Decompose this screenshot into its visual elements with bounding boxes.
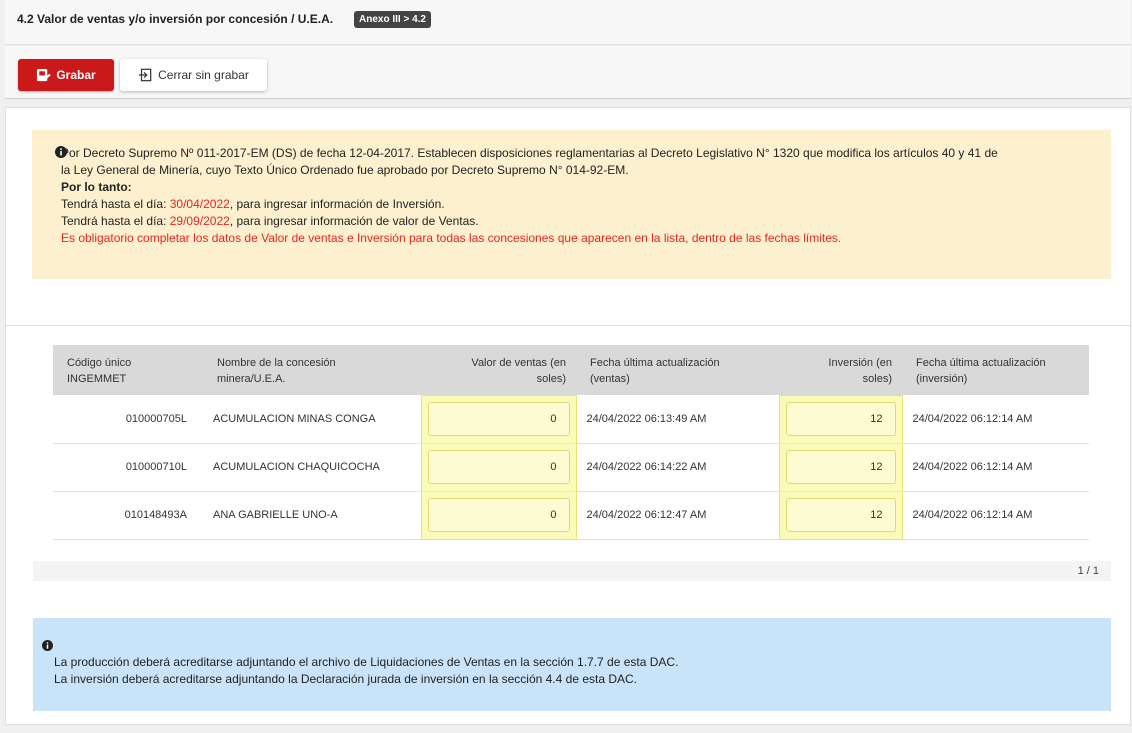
valor-ventas-input[interactable] — [427, 450, 570, 484]
exit-icon — [139, 68, 152, 82]
info-line-1: La producción deberá acreditarse adjunta… — [54, 655, 679, 669]
info-line-2: La inversión deberá acreditarse adjuntan… — [54, 672, 638, 686]
cell-nombre: ANA GABRIELLE UNO-A — [203, 491, 421, 540]
inv-deadline-suffix: , para ingresar información de Inversión… — [229, 197, 445, 211]
cell-inversion — [778, 394, 903, 444]
close-without-saving-button[interactable]: Cerrar sin grabar — [120, 59, 267, 91]
divider — [6, 325, 1130, 326]
toolbar: Grabar Cerrar sin grabar — [5, 46, 1131, 99]
header-valor-ventas: Valor de ventas (en soles) — [421, 345, 576, 395]
header-fecha-ventas: Fecha última actualización (ventas) — [576, 345, 779, 395]
inv-deadline-prefix: Tendrá hasta el día: — [61, 197, 170, 211]
info-icon — [55, 146, 67, 158]
cell-fecha-ventas: 24/04/2022 06:13:49 AM — [576, 395, 779, 444]
save-button-label: Grabar — [56, 68, 96, 82]
inv-deadline-date: 30/04/2022 — [169, 197, 230, 211]
info-icon — [42, 640, 53, 651]
notice-inversion-deadline: Tendrá hasta el día: 30/04/2022, para in… — [61, 196, 1091, 213]
notice-mandatory: Es obligatorio completar los datos de Va… — [61, 231, 842, 245]
ven-deadline-prefix: Tendrá hasta el día: — [61, 214, 170, 228]
page-title: 4.2 Valor de ventas y/o inversión por co… — [17, 12, 334, 26]
header-nombre: Nombre de la concesión minera/U.E.A. — [203, 345, 421, 395]
inversion-input[interactable] — [785, 402, 896, 436]
cell-codigo: 010000710L — [53, 443, 203, 492]
annex-badge: Anexo III > 4.2 — [354, 11, 431, 28]
header-codigo: Código único INGEMMET — [53, 345, 203, 395]
cell-fecha-ventas: 24/04/2022 06:14:22 AM — [576, 443, 779, 492]
ven-deadline-date: 29/09/2022 — [169, 214, 230, 228]
cell-fecha-inversion: 24/04/2022 06:12:14 AM — [902, 395, 1089, 444]
inversion-input[interactable] — [785, 450, 896, 484]
cell-codigo: 010000705L — [53, 395, 203, 444]
cell-inversion — [778, 491, 903, 540]
cell-nombre: ACUMULACION CHAQUICOCHA — [203, 443, 421, 492]
cell-codigo: 010148493A — [53, 491, 203, 540]
notice-line-2: la Ley General de Minería, cuyo Texto Ún… — [61, 163, 629, 177]
cell-valor-ventas — [420, 394, 577, 444]
table-header-row: Código único INGEMMET Nombre de la conces… — [53, 345, 1089, 395]
cell-fecha-ventas: 24/04/2022 06:12:47 AM — [576, 491, 779, 540]
deadline-notice: Por Decreto Supremo Nº 011-2017-EM (DS) … — [32, 130, 1111, 279]
valor-ventas-input[interactable] — [427, 402, 570, 436]
pagination-indicator: 1 / 1 — [33, 561, 1111, 581]
cell-valor-ventas — [420, 443, 577, 492]
evidence-info-box: La producción deberá acreditarse adjunta… — [33, 618, 1111, 711]
cell-nombre: ACUMULACION MINAS CONGA — [203, 395, 421, 444]
save-document-icon — [37, 68, 52, 81]
notice-line-1: Por Decreto Supremo Nº 011-2017-EM (DS) … — [61, 146, 998, 160]
header-fecha-inversion: Fecha última actualización (inversión) — [902, 345, 1089, 395]
valor-ventas-input[interactable] — [427, 498, 570, 532]
table-row: 010000705L ACUMULACION MINAS CONGA 24/04… — [53, 394, 1089, 444]
cell-fecha-inversion: 24/04/2022 06:12:14 AM — [902, 491, 1089, 540]
close-button-label: Cerrar sin grabar — [158, 68, 249, 82]
ven-deadline-suffix: , para ingresar información de valor de … — [229, 214, 479, 228]
notice-ventas-deadline: Tendrá hasta el día: 29/09/2022, para in… — [61, 213, 1091, 230]
cell-fecha-inversion: 24/04/2022 06:12:14 AM — [902, 443, 1089, 492]
cell-inversion — [778, 443, 903, 492]
table-row: 010000710L ACUMULACION CHAQUICOCHA 24/04… — [53, 443, 1089, 492]
concessions-table: Código único INGEMMET Nombre de la conces… — [53, 345, 1089, 540]
header-inversion: Inversión (en soles) — [779, 345, 902, 395]
notice-por-lo-tanto: Por lo tanto: — [61, 180, 132, 194]
inversion-input[interactable] — [785, 498, 896, 532]
cell-valor-ventas — [420, 491, 577, 540]
main-panel: Por Decreto Supremo Nº 011-2017-EM (DS) … — [5, 107, 1131, 725]
table-row: 010148493A ANA GABRIELLE UNO-A 24/04/202… — [53, 491, 1089, 540]
save-button[interactable]: Grabar — [18, 59, 114, 91]
page-header: 4.2 Valor de ventas y/o inversión por co… — [5, 0, 1131, 45]
